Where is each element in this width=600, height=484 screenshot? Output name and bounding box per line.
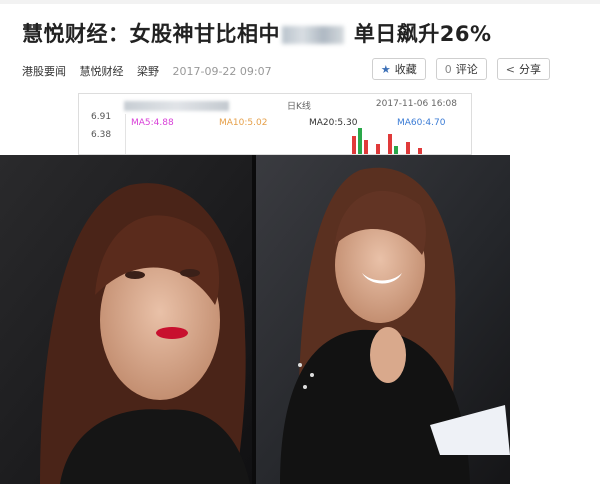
share-label: 分享 xyxy=(519,63,541,76)
ma10-label: MA10:5.02 xyxy=(219,118,268,128)
candle xyxy=(388,134,392,154)
candle xyxy=(352,136,356,154)
chart-datetime: 2017-11-06 16:08 xyxy=(375,99,457,109)
star-icon: ★ xyxy=(380,62,391,76)
title-prefix: 慧悦财经：女股神甘比相中 xyxy=(22,22,280,46)
candle xyxy=(364,140,368,154)
photo-illustration xyxy=(0,155,510,484)
meta-source[interactable]: 慧悦财经 xyxy=(80,65,124,78)
kline-chart: 日K线 2017-11-06 16:08 6.91 6.38 MA5:4.88 … xyxy=(78,93,472,155)
candle xyxy=(358,128,362,154)
share-button[interactable]: < 分享 xyxy=(496,58,550,80)
title-suffix: 单日飙升26% xyxy=(353,22,492,46)
candle xyxy=(406,142,410,154)
share-icon: < xyxy=(505,62,515,76)
article-meta: 港股要闻 慧悦财经 梁野 2017-09-22 09:07 xyxy=(22,63,282,79)
article-title: 慧悦财经：女股神甘比相中 单日飙升26% xyxy=(22,18,492,48)
y-tick-1: 6.91 xyxy=(91,112,112,122)
meta-datetime: 2017-09-22 09:07 xyxy=(172,65,272,78)
meta-category[interactable]: 港股要闻 xyxy=(22,65,66,78)
blurred-stock-name xyxy=(282,26,344,44)
article-photo xyxy=(0,155,510,484)
comments-count: 0 xyxy=(444,62,452,76)
y-tick-2: 6.38 xyxy=(91,130,112,140)
comments-label: 评论 xyxy=(455,63,478,76)
blurred-chart-title xyxy=(124,101,229,111)
favorite-label: 收藏 xyxy=(394,63,417,76)
ma5-label: MA5:4.88 xyxy=(131,118,174,128)
chart-period-label: 日K线 xyxy=(287,102,311,112)
candle xyxy=(418,148,422,154)
top-divider xyxy=(0,0,600,4)
candle xyxy=(376,144,380,154)
comments-button[interactable]: 0 评论 xyxy=(435,58,487,80)
ma20-label: MA20:5.30 xyxy=(309,118,358,128)
meta-author: 梁野 xyxy=(137,65,159,78)
article-actions: ★ 收藏 0 评论 < 分享 xyxy=(371,58,550,80)
ma60-label: MA60:4.70 xyxy=(397,118,446,128)
favorite-button[interactable]: ★ 收藏 xyxy=(371,58,426,80)
candle xyxy=(394,146,398,154)
